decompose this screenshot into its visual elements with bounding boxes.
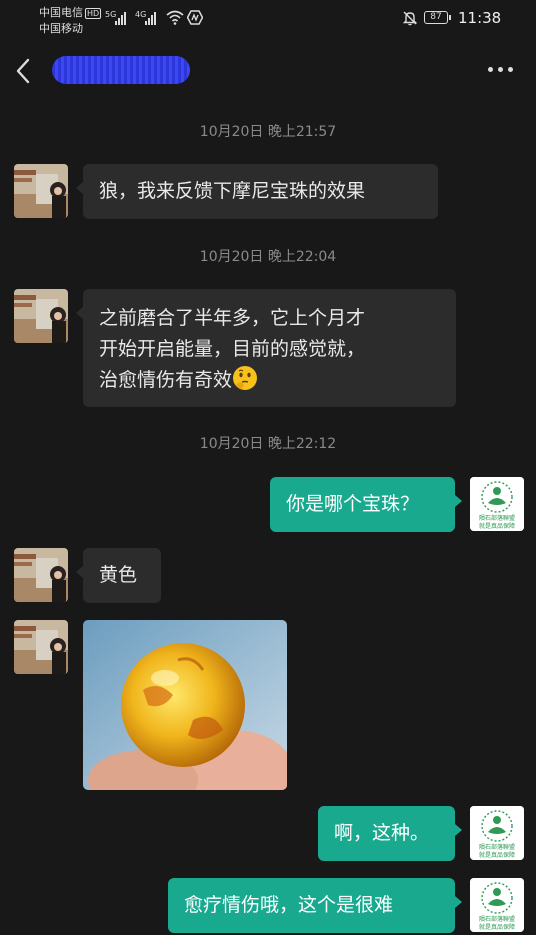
amber-bead-photo[interactable] [83,620,287,790]
carrier-secondary: 中国移动 [39,22,83,35]
message-line: 开始开启能量，目前的感觉就， [99,338,366,360]
my-avatar[interactable]: 隕石部落聯盟 就是真品保障 [470,878,524,932]
my-avatar[interactable]: 隕石部落聯盟 就是真品保障 [470,806,524,860]
timestamp: 10月20日 晚上22:12 [199,436,337,452]
message-line: 治愈情伤有奇效 [99,365,440,396]
message-bubble-outgoing[interactable]: 啊，这种。 [318,806,462,861]
clock: 11:38 [458,9,502,27]
contact-avatar[interactable] [14,289,68,343]
contact-avatar[interactable] [14,164,68,218]
chevron-left-icon[interactable] [14,58,34,84]
wifi-icon [166,10,184,25]
battery-indicator: 87 [424,11,451,24]
signal-icon [115,11,126,25]
my-avatar-text-2: 就是真品保障 [479,923,515,931]
thinking-face-icon [233,366,258,390]
mute-bell-icon [402,11,418,26]
chat-header [0,40,536,100]
status-bar: 中国电信 HD 中国移动 5G 4G 87 11:38 [0,0,536,40]
my-avatar[interactable]: 隕石部落聯盟 就是真品保障 [470,477,524,531]
more-dots-icon[interactable] [488,67,513,72]
timestamp: 10月20日 晚上22:04 [199,249,337,265]
contact-avatar[interactable] [14,548,68,602]
message-bubble-incoming[interactable]: 之前磨合了半年多，它上个月才 开始开启能量，目前的感觉就， 治愈情伤有奇效 [76,289,456,407]
my-avatar-text-2: 就是真品保障 [479,522,515,530]
message-line: 之前磨合了半年多，它上个月才 [99,307,366,329]
my-avatar-text-1: 隕石部落聯盟 [479,514,515,522]
message-bubble-incoming[interactable]: 狼，我来反馈下摩尼宝珠的效果 [76,164,438,219]
contact-avatar[interactable] [14,620,68,674]
message-bubble-outgoing[interactable]: 你是哪个宝珠？ [270,477,462,532]
signal-icon-2 [145,11,156,25]
contact-name-redacted[interactable] [52,56,190,84]
hd-badge: HD [85,7,102,19]
message-bubble-incoming[interactable]: 黄色 [76,548,161,603]
my-avatar-text-1: 隕石部落聯盟 [479,915,515,923]
carrier-primary: 中国电信 HD [39,6,102,19]
my-avatar-text-2: 就是真品保障 [479,851,515,859]
nfc-icon [187,10,203,25]
my-avatar-text-1: 隕石部落聯盟 [479,843,515,851]
timestamp: 10月20日 晚上21:57 [199,124,337,140]
message-bubble-outgoing[interactable]: 愈疗情伤哦，这个是很难 [168,878,462,933]
